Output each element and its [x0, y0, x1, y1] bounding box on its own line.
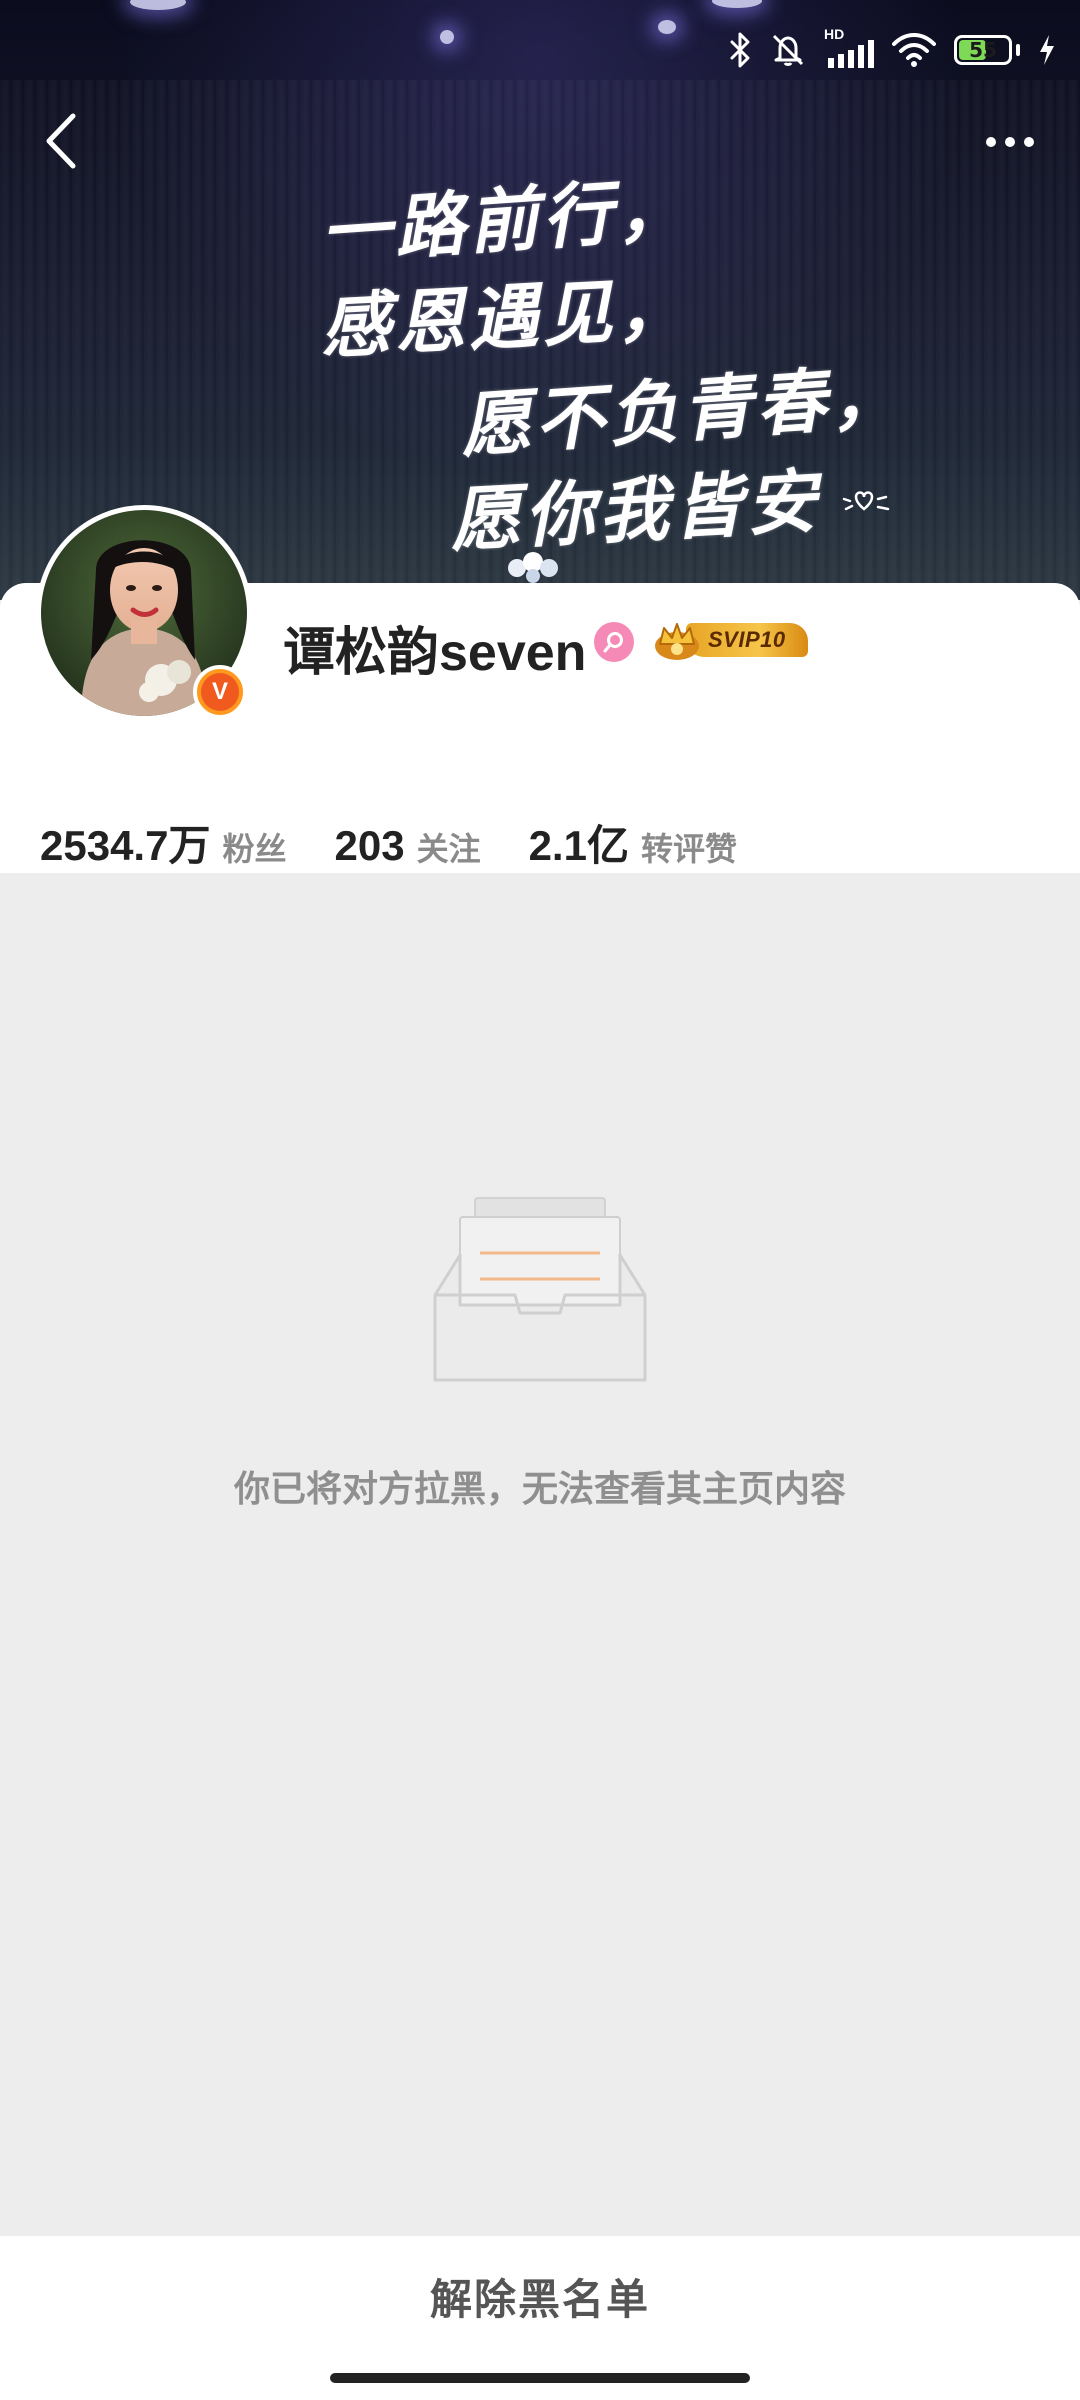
followers-count: 2534.7万 [40, 822, 211, 869]
flower-decoration [508, 552, 558, 583]
more-options-button[interactable] [970, 112, 1050, 172]
stat-following[interactable]: 203 关注 [334, 822, 480, 870]
stage-light [440, 30, 454, 44]
following-label: 关注 [416, 830, 481, 868]
signal-icon [828, 40, 874, 68]
mute-bell-icon [772, 34, 804, 66]
female-icon [594, 622, 634, 662]
stat-followers[interactable]: 2534.7万 粉丝 [40, 812, 286, 873]
more-dots-icon [986, 137, 1034, 147]
signal-indicator: HD [824, 26, 874, 68]
bottom-action-bar: 解除黑名单 [0, 2236, 1080, 2400]
status-bar: HD 55 [728, 26, 1056, 72]
verified-badge: V [193, 665, 247, 719]
stage-light [130, 0, 186, 10]
crown-icon [655, 623, 699, 660]
interactions-count: 2.1亿 [528, 822, 629, 869]
bluetooth-icon [730, 32, 750, 68]
battery-indicator: 55 [954, 35, 1012, 65]
home-indicator[interactable] [330, 2373, 750, 2383]
heart-doodle-icon [842, 491, 890, 511]
followers-label: 粉丝 [222, 830, 287, 868]
verified-v-icon: V [201, 673, 239, 711]
interactions-label: 转评赞 [640, 830, 737, 868]
cover-text-line-2: 感恩遇见， [318, 266, 693, 369]
stats-row: 2534.7万 粉丝 203 关注 2.1亿 转评赞 [40, 812, 785, 873]
cover-text-line-4: 愿你我皆安 [448, 459, 823, 562]
battery-cap [1016, 44, 1020, 56]
svip-level-label: SVIP10 [686, 623, 808, 657]
wifi-icon [892, 33, 936, 67]
unblock-button[interactable]: 解除黑名单 [0, 2236, 1080, 2356]
username: 谭松韵seven [283, 624, 587, 682]
stat-interactions[interactable]: 2.1亿 转评赞 [529, 812, 737, 873]
chevron-left-icon [46, 113, 76, 169]
profile-screen: 一路前行， 感恩遇见， 愿不负青春， 愿你我皆安 HD 55 V 谭松韵seve… [0, 0, 1080, 2400]
battery-level: 55 [969, 38, 997, 62]
back-button[interactable] [30, 105, 90, 177]
charging-icon [1040, 35, 1054, 65]
following-count: 203 [334, 822, 405, 869]
stage-light [712, 0, 762, 8]
svip-badge[interactable]: SVIP10 [652, 618, 808, 662]
blocked-message: 你已将对方拉黑，无法查看其主页内容 [233, 1469, 846, 1510]
stage-light [658, 20, 676, 34]
empty-inbox-icon [433, 1197, 647, 1382]
